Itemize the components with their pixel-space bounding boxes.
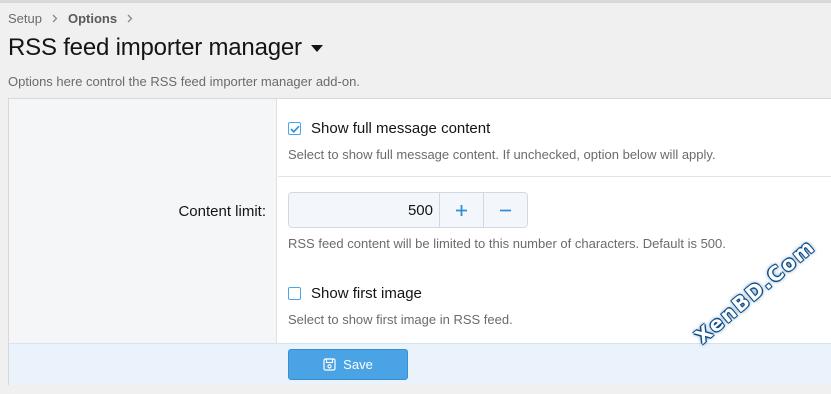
content-limit-stepper [288,192,528,228]
show-full-content-label: Show full message content [311,120,491,137]
save-label: Save [343,357,373,372]
top-border [0,0,831,3]
show-first-image-explain: Select to show first image in RSS feed. [288,312,513,327]
minus-icon [499,204,512,217]
show-full-content-checkbox[interactable] [288,122,301,135]
show-first-image-option[interactable]: Show first image [288,285,422,302]
plus-icon [455,204,468,217]
content-limit-explain: RSS feed content will be limited to this… [288,236,726,251]
page-title-row: RSS feed importer manager [8,34,324,62]
show-first-image-checkbox[interactable] [288,287,301,300]
content-limit-label: Content limit: [178,203,266,220]
breadcrumb: Setup Options [8,11,143,26]
page-title: RSS feed importer manager [8,34,302,61]
label-column: Content limit: [9,99,277,343]
breadcrumb-options[interactable]: Options [68,11,117,26]
save-button[interactable]: Save [288,349,408,380]
page-description: Options here control the RSS feed import… [8,74,360,89]
content-limit-input[interactable] [289,193,439,227]
increment-button[interactable] [439,193,483,227]
chevron-right-icon [127,14,133,23]
divider [278,176,831,177]
save-icon [323,358,336,371]
show-full-content-option[interactable]: Show full message content [288,120,490,137]
decrement-button[interactable] [483,193,527,227]
caret-down-icon[interactable] [310,44,324,53]
form-submit-row: Save [9,343,831,385]
show-full-content-explain: Select to show full message content. If … [288,147,716,162]
chevron-right-icon [52,14,58,23]
breadcrumb-setup[interactable]: Setup [8,11,42,26]
show-first-image-label: Show first image [311,285,422,302]
